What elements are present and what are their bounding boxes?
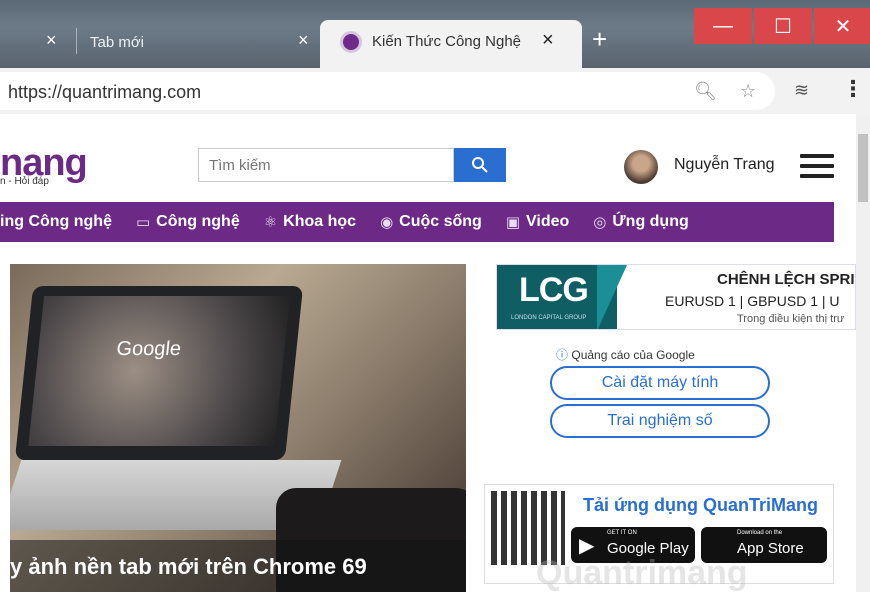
- tab-new-tab[interactable]: Tab mới ×: [90, 22, 320, 62]
- nav-item-cong-nghe[interactable]: ▭ Công nghệ: [136, 213, 240, 231]
- ad-pairs: EURUSD 1 | GBPUSD 1 | U: [665, 293, 840, 309]
- nav-item-video[interactable]: ▣ Video: [506, 213, 569, 231]
- monitor-icon: ▭: [135, 214, 151, 231]
- tab-label: Tab mới: [90, 33, 145, 51]
- info-icon[interactable]: ⓘ: [556, 348, 568, 362]
- featured-article[interactable]: Google y ảnh nền tab mới trên Chrome 69: [10, 264, 466, 592]
- zoom-icon[interactable]: 🔍︎: [694, 81, 717, 102]
- avatar[interactable]: [624, 150, 658, 184]
- ad-button-cai-dat[interactable]: Cài đặt máy tính: [550, 366, 770, 400]
- nav-item-ung-dung[interactable]: ◎ Ứng dụng: [593, 213, 688, 231]
- url-text[interactable]: https://quantrimang.com: [8, 82, 201, 103]
- tab-label: Kiến Thức Công Nghệ: [372, 33, 522, 50]
- ad-headline: CHÊNH LỆCH SPRI: [717, 271, 855, 288]
- nav-item-khoa-hoc[interactable]: ⚛ Khoa học: [264, 213, 356, 231]
- tab-strip: × Tab mới × Kiến Thức Công Nghệ × + — ☐ …: [0, 0, 870, 68]
- scrollbar-thumb[interactable]: [858, 134, 868, 202]
- site-search: [198, 148, 506, 182]
- article-title[interactable]: y ảnh nền tab mới trên Chrome 69: [10, 554, 367, 580]
- google-ads-label[interactable]: ⓘ Quảng cáo của Google: [556, 346, 695, 363]
- tab-close-icon[interactable]: ×: [298, 30, 309, 51]
- nav-item-cong-nghe-partial[interactable]: ing Công nghệ: [0, 213, 112, 231]
- google-logo-text: Google: [115, 338, 183, 360]
- lcg-ad-banner[interactable]: LCG LONDON CAPITAL GROUP CHÊNH LỆCH SPRI…: [496, 264, 856, 330]
- search-input[interactable]: [198, 148, 454, 182]
- maximize-button[interactable]: ☐: [754, 8, 812, 44]
- tab-partial[interactable]: ×: [0, 22, 70, 62]
- app-icon: ◎: [593, 214, 607, 231]
- lcg-logo: LCG: [519, 271, 589, 309]
- watermark: Quantrimang: [536, 554, 748, 592]
- new-tab-button[interactable]: +: [592, 24, 607, 55]
- browser-menu-icon[interactable]: ⋮: [842, 76, 864, 102]
- nav-item-cuoc-song[interactable]: ◉ Cuộc sống: [380, 213, 482, 231]
- article-title-bar[interactable]: y ảnh nền tab mới trên Chrome 69: [10, 540, 466, 592]
- hamburger-menu-icon[interactable]: [800, 154, 834, 178]
- app-promo-title: Tải ứng dụng QuanTriMang: [583, 495, 819, 515]
- site-favicon-icon: [340, 31, 362, 53]
- laptop-image: Google: [14, 286, 304, 460]
- search-icon: [472, 157, 488, 173]
- ad-note: Trong điều kiện thị trư: [737, 313, 845, 325]
- bookmark-star-icon[interactable]: ☆: [740, 81, 756, 102]
- lcg-logo-sub: LONDON CAPITAL GROUP: [511, 315, 587, 321]
- browser-toolbar: https://quantrimang.com 🔍︎ ☆: [0, 68, 870, 114]
- tab-active[interactable]: Kiến Thức Công Nghệ ×: [320, 20, 582, 68]
- atom-icon: ⚛: [263, 214, 278, 231]
- address-bar[interactable]: https://quantrimang.com 🔍︎ ☆: [0, 72, 775, 110]
- web-page: nang n - Hỏi đáp Nguyễn Trang ing Công n…: [0, 114, 856, 592]
- tab-separator: [76, 28, 77, 54]
- person-circle-icon: ◉: [380, 214, 394, 231]
- minimize-button[interactable]: —: [694, 8, 752, 44]
- window-close-button[interactable]: ✕: [814, 8, 870, 44]
- tab-close-icon[interactable]: ×: [542, 29, 554, 52]
- video-icon: ▣: [505, 214, 521, 231]
- site-logo-tagline: n - Hỏi đáp: [0, 176, 49, 187]
- extension-icon[interactable]: ≋: [794, 80, 809, 101]
- user-name[interactable]: Nguyễn Trang: [674, 156, 775, 174]
- category-nav: ing Công nghệ ▭ Công nghệ ⚛ Khoa học ◉ C…: [0, 202, 834, 242]
- ad-button-trai-nghiem[interactable]: Trai nghiệm số: [550, 404, 770, 438]
- search-button[interactable]: [454, 148, 506, 182]
- page-scrollbar[interactable]: [856, 114, 870, 592]
- tab-close-icon[interactable]: ×: [46, 30, 57, 51]
